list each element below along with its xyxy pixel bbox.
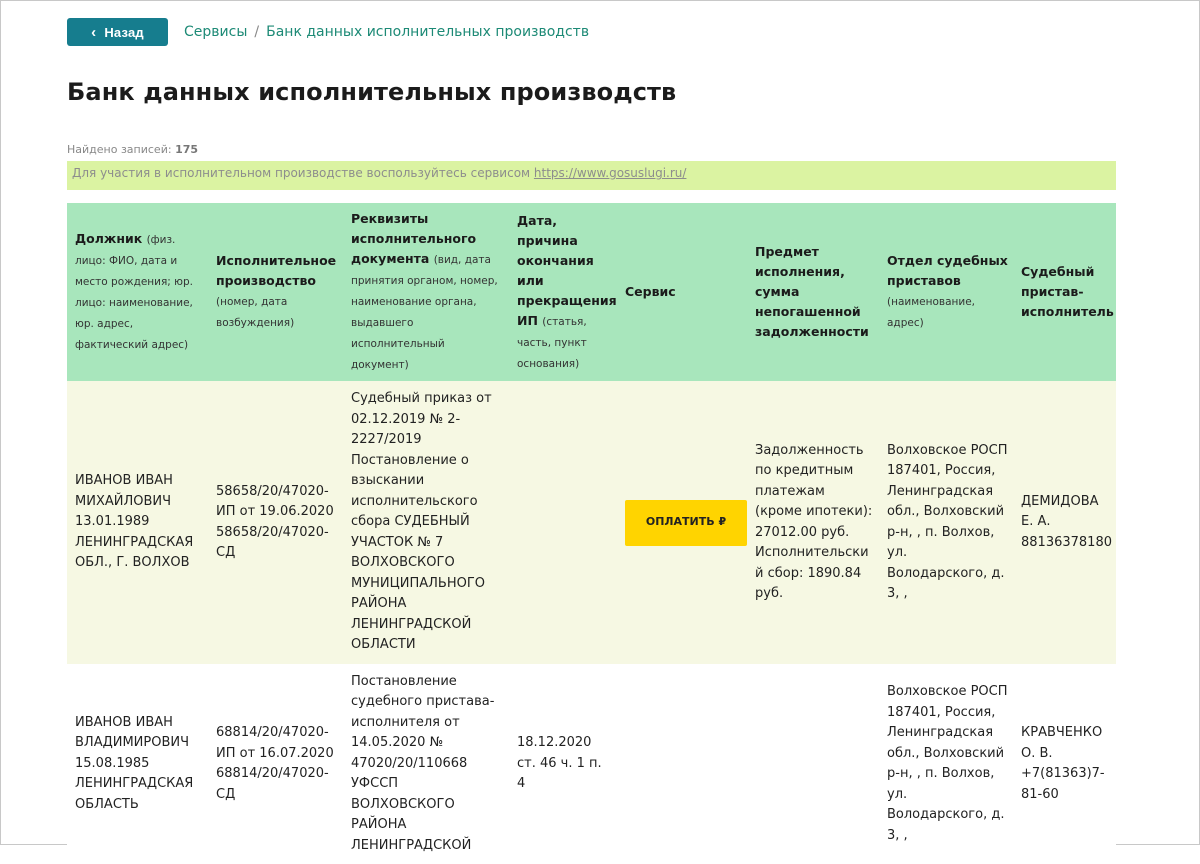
table-body: ИВАНОВ ИВАН МИХАЙЛОВИЧ 13.01.1989 ЛЕНИНГ…	[67, 381, 1116, 864]
header-service: Сервис	[617, 203, 747, 381]
back-button-label: Назад	[104, 24, 144, 40]
header-title: Дата, причина окончания или прекращения …	[517, 212, 617, 328]
cell-subject	[747, 664, 879, 864]
cell-proceeding: 58658/20/47020-ИП от 19.06.2020 58658/20…	[216, 483, 334, 561]
breadcrumb: Сервисы / Банк данных исполнительных произ…	[184, 24, 589, 40]
header-row: Должник (физ. лицо: ФИО, дата и место ро…	[67, 203, 1116, 381]
cell-department: Волховское РОСП 187401, Россия, Ленингра…	[887, 442, 1008, 602]
header-end-reason: Дата, причина окончания или прекращения …	[509, 203, 617, 381]
header-title: Исполнительное производство	[216, 253, 337, 288]
page-title: Банк данных исполнительных производств	[67, 78, 677, 106]
cell-service: ОПЛАТИТЬ ₽	[617, 381, 747, 664]
cell-proceeding: 68814/20/47020-ИП от 16.07.2020 68814/20…	[216, 725, 334, 802]
notice-text: Для участия в исполнительном производств…	[72, 166, 534, 180]
header-note: (вид, дата принятия органом, номер, наим…	[351, 254, 498, 371]
breadcrumb-current-link[interactable]: Банк данных исполнительных производств	[266, 24, 589, 40]
pay-button[interactable]: ОПЛАТИТЬ ₽	[625, 499, 747, 546]
cell-end-reason	[509, 381, 617, 664]
header-title: Сервис	[625, 284, 676, 299]
cell-department: Волховское РОСП 187401, Россия, Ленингра…	[887, 684, 1008, 843]
header-department: Отдел судебных приставов (наименование, …	[879, 203, 1013, 381]
cell-debtor: ИВАНОВ ИВАН МИХАЙЛОВИЧ 13.01.1989 ЛЕНИНГ…	[75, 473, 194, 571]
cell-debtor: ИВАНОВ ИВАН ВЛАДИМИРОВИЧ 15.08.1985 ЛЕНИ…	[75, 714, 194, 812]
header-document: Реквизиты исполнительного документа (вид…	[343, 203, 509, 381]
header-title: Должник	[75, 231, 143, 246]
header-title: Отдел судебных приставов	[887, 253, 1008, 288]
breadcrumb-separator: /	[254, 24, 260, 40]
cell-document: Судебный приказ от 02.12.2019 № 2-2227/2…	[351, 391, 492, 653]
records-found: Найдено записей: 175	[67, 143, 198, 156]
records-found-count: 175	[175, 143, 199, 156]
cell-end-reason: 18.12.2020 ст. 46 ч. 1 п. 4	[517, 735, 602, 792]
header-title: Предмет исполнения, сумма непогашенной з…	[755, 244, 869, 339]
gosuslugi-notice: Для участия в исполнительном производств…	[67, 161, 1116, 190]
header-note: (номер, дата возбуждения)	[216, 296, 295, 329]
header-subject: Предмет исполнения, сумма непогашенной з…	[747, 203, 879, 381]
cell-subject: Задолженность по кредитным платежам (кро…	[755, 442, 873, 602]
table-row: ИВАНОВ ИВАН ВЛАДИМИРОВИЧ 15.08.1985 ЛЕНИ…	[67, 664, 1116, 864]
gosuslugi-link[interactable]: https://www.gosuslugi.ru/	[534, 166, 687, 180]
records-found-label: Найдено записей:	[67, 143, 172, 156]
results-table: Должник (физ. лицо: ФИО, дата и место ро…	[67, 203, 1116, 864]
breadcrumb-services-link[interactable]: Сервисы	[184, 24, 247, 40]
cell-bailiff: ДЕМИДОВА Е. А. 88136378180	[1021, 493, 1112, 550]
back-button[interactable]: ‹ Назад	[67, 18, 168, 46]
header-note: (физ. лицо: ФИО, дата и место рождения; …	[75, 234, 194, 351]
table-header: Должник (физ. лицо: ФИО, дата и место ро…	[67, 203, 1116, 381]
top-navigation: ‹ Назад Сервисы / Банк данных исполнительн…	[67, 18, 589, 46]
cell-document: Постановление судебного пристава-исполни…	[351, 673, 495, 853]
cell-bailiff: КРАВЧЕНКО О. В. +7(81363)7-81-60	[1021, 725, 1105, 802]
header-title: Судебный пристав-исполнитель	[1021, 264, 1114, 319]
header-bailiff: Судебный пристав-исполнитель	[1013, 203, 1116, 381]
cell-service	[617, 664, 747, 864]
chevron-left-icon: ‹	[91, 23, 97, 41]
header-debtor: Должник (физ. лицо: ФИО, дата и место ро…	[67, 203, 208, 381]
header-proceeding: Исполнительное производство (номер, дата…	[208, 203, 343, 381]
table-row: ИВАНОВ ИВАН МИХАЙЛОВИЧ 13.01.1989 ЛЕНИНГ…	[67, 381, 1116, 664]
header-note: (наименование, адрес)	[887, 296, 975, 329]
